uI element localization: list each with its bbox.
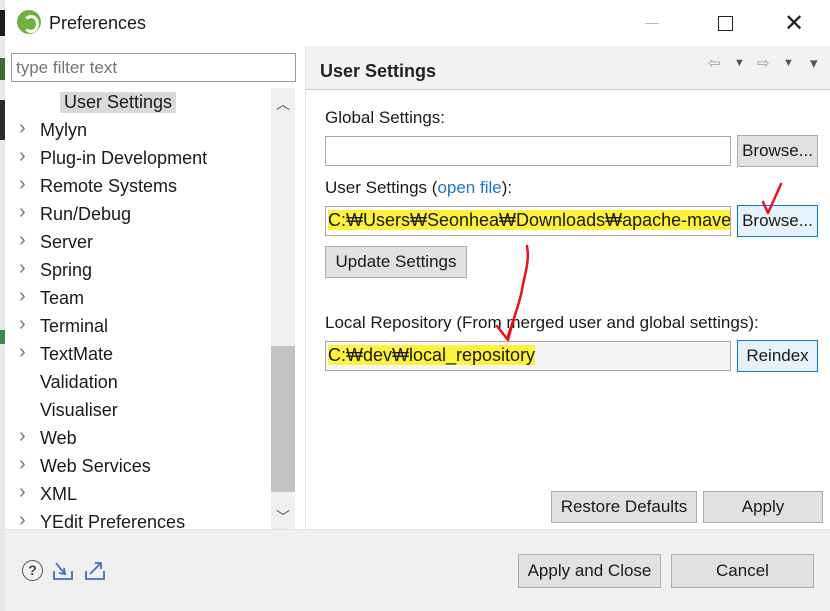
expand-arrow-icon[interactable]: › xyxy=(19,229,26,252)
tree-item-label: Web Services xyxy=(40,456,151,476)
user-browse-button[interactable]: Browse... xyxy=(737,205,818,237)
apply-and-close-button[interactable]: Apply and Close xyxy=(518,554,661,588)
tree-item-label: Visualiser xyxy=(40,400,118,420)
tree-item[interactable]: › Run/Debug xyxy=(5,201,270,228)
user-settings-label: User Settings (open file): xyxy=(325,178,512,198)
expand-arrow-icon[interactable]: › xyxy=(19,117,26,140)
close-button[interactable]: ✕ xyxy=(771,0,817,46)
global-settings-label: Global Settings: xyxy=(325,108,446,127)
tree-item[interactable]: › TextMate xyxy=(5,341,270,368)
window-title: Preferences xyxy=(49,13,147,33)
back-history-dropdown-icon[interactable]: ▼ xyxy=(734,57,745,69)
spring-app-icon xyxy=(17,10,41,34)
expand-arrow-icon[interactable]: › xyxy=(19,481,26,504)
tree-item[interactable]: › Terminal xyxy=(5,313,270,340)
cancel-button[interactable]: Cancel xyxy=(671,554,814,588)
apply-button[interactable]: Apply xyxy=(703,491,823,523)
preferences-tree: User Settings › Mylyn › Plug-in Development ›… xyxy=(5,88,296,529)
tree-scroll-thumb[interactable] xyxy=(271,346,295,492)
pane-divider[interactable] xyxy=(305,46,306,530)
export-icon[interactable] xyxy=(84,559,106,581)
tree-item-label: TextMate xyxy=(40,344,114,364)
tree-item-label: User Settings xyxy=(60,92,177,113)
expand-arrow-icon[interactable]: › xyxy=(19,313,26,336)
tree-item[interactable]: › Spring xyxy=(5,257,270,284)
tree-item[interactable]: User Settings xyxy=(5,90,270,116)
tree-item-label: XML xyxy=(40,484,78,504)
expand-arrow-icon[interactable]: › xyxy=(19,257,26,280)
expand-arrow-icon[interactable]: › xyxy=(19,145,26,168)
update-settings-button[interactable]: Update Settings xyxy=(325,246,467,278)
tree-item[interactable]: › Web Services xyxy=(5,453,270,480)
chevron-down-icon[interactable]: ﹀ xyxy=(276,507,290,527)
reindex-button[interactable]: Reindex xyxy=(737,340,818,372)
filter-input[interactable] xyxy=(11,53,296,82)
restore-defaults-button[interactable]: Restore Defaults xyxy=(551,491,697,523)
expand-arrow-icon[interactable]: › xyxy=(19,425,26,448)
tree-item-label: Web xyxy=(40,428,77,448)
back-arrow-icon[interactable]: ⇦ xyxy=(708,54,721,72)
tree-item[interactable]: › Plug-in Development xyxy=(5,145,270,172)
tree-item[interactable]: Visualiser xyxy=(5,398,270,424)
open-file-link[interactable]: open file xyxy=(437,178,501,197)
maximize-icon xyxy=(717,15,733,31)
tree-item-label: Plug-in Development xyxy=(40,148,208,168)
tree-item[interactable]: › Server xyxy=(5,229,270,256)
tree-item[interactable]: › Team xyxy=(5,285,270,312)
tree-item-label: Validation xyxy=(40,372,118,392)
forward-arrow-icon[interactable]: ⇨ xyxy=(757,54,770,72)
user-settings-label-suffix: ): xyxy=(501,178,513,197)
global-settings-field[interactable] xyxy=(325,136,731,166)
tree-item-label: Spring xyxy=(40,260,93,280)
expand-arrow-icon[interactable]: › xyxy=(19,509,26,529)
tree-item[interactable]: › XML xyxy=(5,481,270,508)
forward-history-dropdown-icon[interactable]: ▼ xyxy=(783,57,794,69)
global-browse-button[interactable]: Browse... xyxy=(737,135,818,167)
page-title: User Settings xyxy=(320,61,437,81)
help-icon[interactable]: ? xyxy=(22,560,43,581)
title-bar: Preferences ✕ xyxy=(5,0,830,46)
chevron-up-icon[interactable]: ︿ xyxy=(276,94,290,114)
tree-item[interactable]: › Mylyn xyxy=(5,117,270,144)
tree-item[interactable]: › YEdit Preferences xyxy=(5,509,270,529)
tree-item-label: Mylyn xyxy=(40,120,88,140)
user-settings-field[interactable]: C:₩Users₩Seonhea₩Downloads₩apache-maven- xyxy=(325,206,731,236)
import-icon[interactable] xyxy=(52,559,74,581)
tree-item-label: YEdit Preferences xyxy=(40,512,186,529)
tree-item[interactable]: Validation xyxy=(5,370,270,396)
close-icon: ✕ xyxy=(783,9,805,37)
expand-arrow-icon[interactable]: › xyxy=(19,341,26,364)
tree-item-label: Terminal xyxy=(40,316,109,336)
view-menu-icon[interactable]: ▾ xyxy=(810,54,818,72)
expand-arrow-icon[interactable]: › xyxy=(19,173,26,196)
tree-item[interactable]: › Web xyxy=(5,425,270,452)
expand-arrow-icon[interactable]: › xyxy=(19,453,26,476)
tree-item[interactable]: › Remote Systems xyxy=(5,173,270,200)
expand-arrow-icon[interactable]: › xyxy=(19,201,26,224)
tree-scrollbar[interactable]: ︿ ﹀ xyxy=(271,88,295,529)
minimize-icon xyxy=(645,22,659,24)
minimize-button[interactable] xyxy=(629,0,675,46)
local-repository-field: C:₩dev₩local_repository xyxy=(325,341,731,371)
tree-item-label: Server xyxy=(40,232,94,252)
user-settings-label-prefix: User Settings ( xyxy=(325,178,438,197)
tree-item-label: Run/Debug xyxy=(40,204,132,224)
page-header: User Settings ⇦ ▼ ⇨ ▼ ▾ xyxy=(306,46,830,90)
user-settings-path: C:₩Users₩Seonhea₩Downloads₩apache-maven- xyxy=(328,210,730,230)
maximize-button[interactable] xyxy=(702,0,748,46)
tree-item-label: Remote Systems xyxy=(40,176,178,196)
tree-item-label: Team xyxy=(40,288,85,308)
local-repository-label: Local Repository (From merged user and g… xyxy=(325,313,759,332)
expand-arrow-icon[interactable]: › xyxy=(19,285,26,308)
local-repository-path: C:₩dev₩local_repository xyxy=(328,345,536,365)
